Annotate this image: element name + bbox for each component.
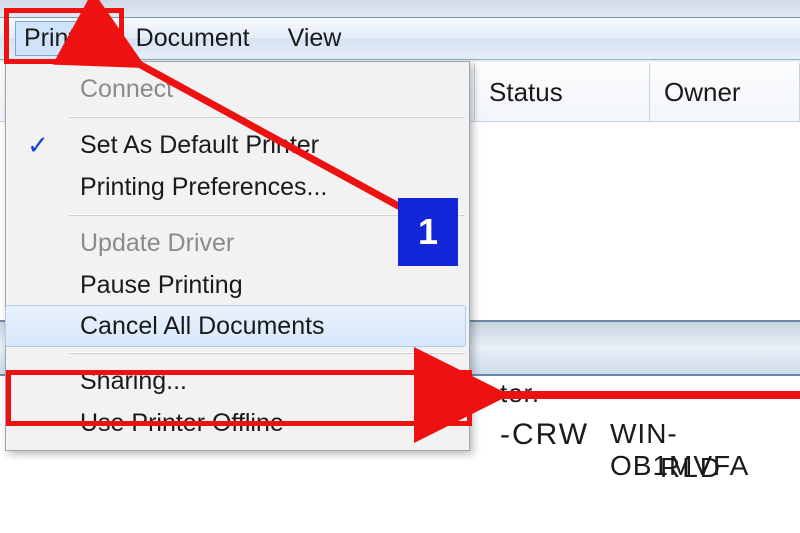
menu-separator [70, 352, 465, 354]
bg-text-ter: ter. [500, 378, 540, 409]
menu-item-connect: Connect [6, 68, 465, 110]
menu-item-set-default[interactable]: ✓ Set As Default Printer [6, 124, 465, 166]
menu-item-use-printer-offline[interactable]: Use Printer Offline [6, 402, 465, 444]
menu-item-printing-preferences[interactable]: Printing Preferences... [6, 166, 465, 208]
menu-bar: Printer Document View [0, 18, 800, 60]
menu-item-pause-printing[interactable]: Pause Printing [6, 264, 465, 306]
col-owner[interactable]: Owner [650, 63, 800, 121]
checkmark-icon: ✓ [8, 130, 68, 161]
annotation-step-1: 1 [400, 200, 456, 264]
bg-text-crw: -CRW [500, 418, 589, 452]
menu-separator [70, 116, 465, 118]
menu-item-sharing[interactable]: Sharing... [6, 360, 465, 402]
menu-item-update-driver: Update Driver [6, 222, 465, 264]
menu-document[interactable]: Document [128, 22, 258, 55]
col-status[interactable]: Status [475, 63, 650, 121]
bg-text-rld: RLD [660, 452, 722, 484]
menu-item-cancel-all-documents[interactable]: Cancel All Documents [5, 305, 466, 347]
menu-view[interactable]: View [280, 22, 350, 55]
window-title-bar [0, 0, 800, 18]
menu-printer[interactable]: Printer [16, 22, 106, 55]
